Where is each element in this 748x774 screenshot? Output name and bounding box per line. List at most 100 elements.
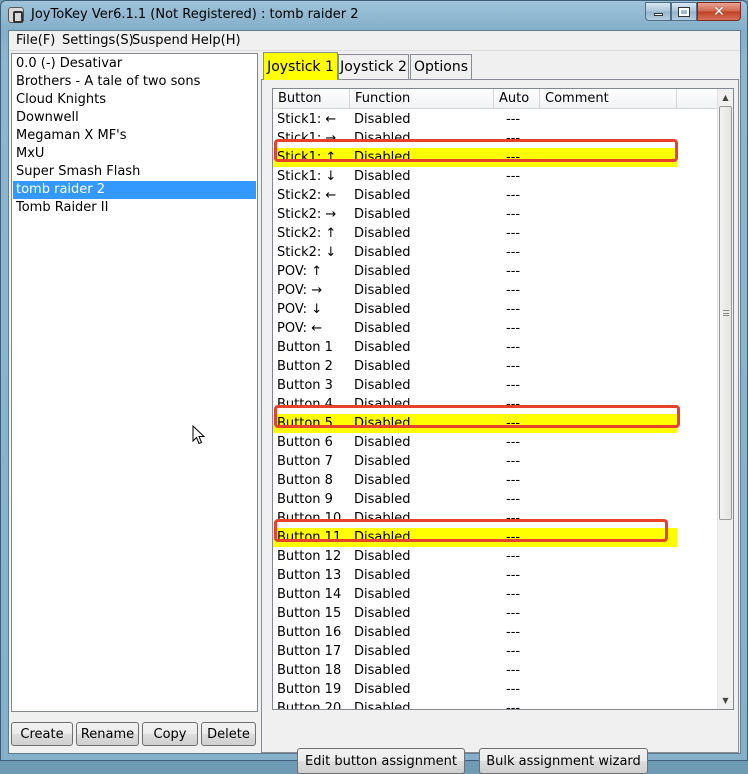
cell-function: Disabled [354, 150, 411, 165]
close-button[interactable]: ✕ [697, 2, 741, 21]
profile-item[interactable]: Brothers - A tale of two sons [13, 73, 256, 91]
maximize-button[interactable] [671, 2, 697, 21]
column-header-function[interactable]: Function [350, 89, 494, 109]
table-row[interactable]: POV: ↓ Disabled --- [273, 300, 719, 319]
table-row[interactable]: POV: ← Disabled --- [273, 319, 719, 338]
vertical-scrollbar[interactable]: ▲ ▼ [717, 89, 733, 709]
table-row[interactable]: Stick1: ← Disabled --- [273, 110, 719, 129]
table-row[interactable]: Button 16 Disabled --- [273, 623, 719, 642]
cell-button: Button 2 [277, 359, 333, 374]
maximize-icon [678, 6, 690, 17]
cell-function: Disabled [354, 606, 411, 621]
cell-auto: --- [506, 644, 521, 659]
table-row[interactable]: Button 11 Disabled --- [273, 528, 677, 547]
column-header-comment[interactable]: Comment [540, 89, 677, 109]
create-button[interactable]: Create [11, 722, 73, 746]
table-row[interactable]: Button 15 Disabled --- [273, 604, 719, 623]
table-row[interactable]: Stick1: → Disabled --- [273, 129, 719, 148]
scroll-thumb[interactable] [719, 106, 732, 520]
tab-joystick-1[interactable]: Joystick 1 [263, 52, 338, 80]
profile-item[interactable]: Tomb Raider II [13, 199, 256, 217]
delete-button[interactable]: Delete [201, 722, 256, 746]
tab-joystick-2[interactable]: Joystick 2 [338, 54, 409, 79]
table-row[interactable]: Button 19 Disabled --- [273, 680, 719, 699]
menu-help[interactable]: Help(H) [191, 33, 241, 48]
cell-auto: --- [506, 226, 521, 241]
cell-function: Disabled [354, 568, 411, 583]
cell-button: Button 16 [277, 625, 342, 640]
profile-item[interactable]: MxU [13, 145, 256, 163]
grid-header: Button Function Auto Comment [273, 89, 719, 109]
cell-auto: --- [506, 473, 521, 488]
table-row[interactable]: Button 17 Disabled --- [273, 642, 719, 661]
grip-icon [723, 310, 729, 316]
cell-auto: --- [506, 587, 521, 602]
cell-function: Disabled [354, 511, 411, 526]
profile-list[interactable]: 0.0 (-) Desativar Brothers - A tale of t… [11, 53, 258, 712]
menu-settings[interactable]: Settings(S) [62, 33, 134, 48]
table-row[interactable]: Button 12 Disabled --- [273, 547, 719, 566]
cell-auto: --- [506, 511, 521, 526]
table-row[interactable]: POV: → Disabled --- [273, 281, 719, 300]
table-row[interactable]: Button 18 Disabled --- [273, 661, 719, 680]
minimize-button[interactable] [645, 2, 671, 21]
column-header-button[interactable]: Button [273, 89, 350, 109]
cell-function: Disabled [354, 473, 411, 488]
menu-file[interactable]: File(F) [16, 33, 55, 48]
profile-item[interactable]: Megaman X MF's [13, 127, 256, 145]
profile-item[interactable]: 0.0 (-) Desativar [13, 55, 256, 73]
cell-auto: --- [506, 359, 521, 374]
table-row[interactable]: Stick1: ↑ Disabled --- [273, 148, 677, 167]
profile-item-selected[interactable]: tomb raider 2 [13, 181, 256, 199]
cell-button: Button 9 [277, 492, 333, 507]
app-window: JoyToKey Ver6.1.1 (Not Registered) : tom… [0, 0, 748, 774]
column-header-auto[interactable]: Auto [494, 89, 540, 109]
cell-function: Disabled [354, 644, 411, 659]
table-row[interactable]: Stick2: ← Disabled --- [273, 186, 719, 205]
table-row[interactable]: Button 9 Disabled --- [273, 490, 719, 509]
scroll-up-icon[interactable]: ▲ [718, 89, 733, 106]
title-bar[interactable]: JoyToKey Ver6.1.1 (Not Registered) : tom… [1, 1, 747, 29]
cell-auto: --- [506, 302, 521, 317]
cell-auto: --- [506, 264, 521, 279]
cell-button: Stick2: → [277, 207, 337, 222]
table-row[interactable]: Stick2: ↓ Disabled --- [273, 243, 719, 262]
table-row[interactable]: Button 5 Disabled --- [273, 414, 677, 433]
table-row[interactable]: Button 10 Disabled --- [273, 509, 719, 528]
edit-button-assignment-button[interactable]: Edit button assignment [297, 748, 465, 774]
table-row[interactable]: Button 8 Disabled --- [273, 471, 719, 490]
table-row[interactable]: Button 7 Disabled --- [273, 452, 719, 471]
cell-auto: --- [506, 701, 521, 710]
table-row[interactable]: Button 6 Disabled --- [273, 433, 719, 452]
profile-item[interactable]: Cloud Knights [13, 91, 256, 109]
table-row[interactable]: Button 4 Disabled --- [273, 395, 719, 414]
cell-function: Disabled [354, 663, 411, 678]
tab-options[interactable]: Options [410, 54, 472, 79]
rename-button[interactable]: Rename [76, 722, 139, 746]
table-row[interactable]: Button 1 Disabled --- [273, 338, 719, 357]
table-row[interactable]: Stick2: → Disabled --- [273, 205, 719, 224]
profile-item[interactable]: Super Smash Flash [13, 163, 256, 181]
scroll-down-icon[interactable]: ▼ [718, 692, 733, 709]
bulk-assignment-wizard-button[interactable]: Bulk assignment wizard [479, 748, 648, 774]
copy-button[interactable]: Copy [142, 722, 198, 746]
table-row[interactable]: Button 14 Disabled --- [273, 585, 719, 604]
menu-suspend[interactable]: Suspend [132, 33, 188, 48]
table-row[interactable]: POV: ↑ Disabled --- [273, 262, 719, 281]
table-row[interactable]: Button 13 Disabled --- [273, 566, 719, 585]
table-row[interactable]: Stick2: ↑ Disabled --- [273, 224, 719, 243]
cell-auto: --- [506, 682, 521, 697]
table-row[interactable]: Button 2 Disabled --- [273, 357, 719, 376]
table-row[interactable]: Button 20 Disabled --- [273, 699, 719, 710]
table-row[interactable]: Button 3 Disabled --- [273, 376, 719, 395]
cell-function: Disabled [354, 416, 411, 431]
assignment-grid[interactable]: Button Function Auto Comment Stick1: ← Di… [272, 88, 734, 710]
cell-function: Disabled [354, 682, 411, 697]
cell-button: Stick2: ← [277, 188, 337, 203]
profile-item[interactable]: Downwell [13, 109, 256, 127]
cell-function: Disabled [354, 492, 411, 507]
table-row[interactable]: Stick1: ↓ Disabled --- [273, 167, 719, 186]
cell-button: Button 17 [277, 644, 342, 659]
menu-bar: File(F) Settings(S) Suspend Help(H) [9, 31, 740, 51]
cell-auto: --- [506, 131, 521, 146]
